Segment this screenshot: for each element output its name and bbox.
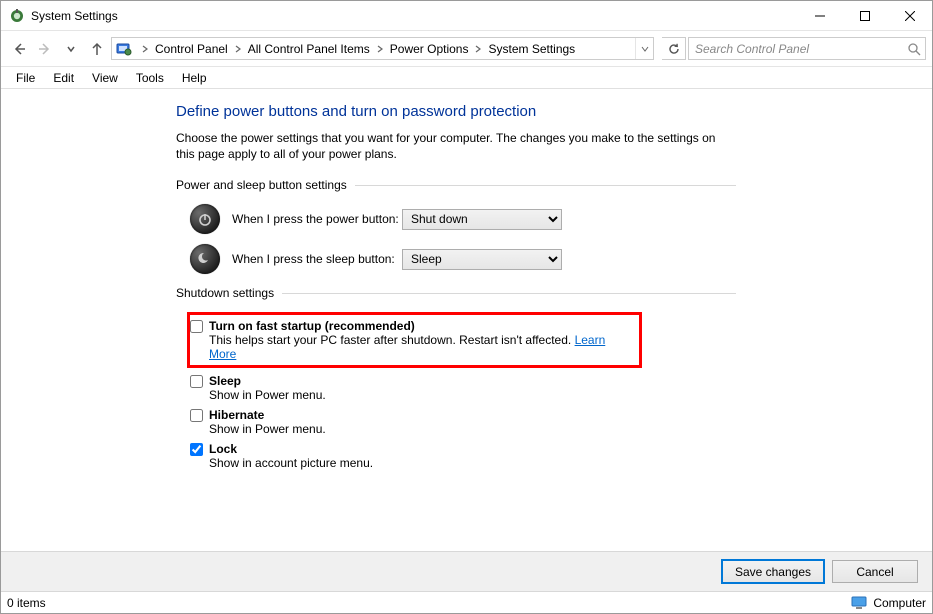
crumb-system-settings[interactable]: System Settings [485,42,578,56]
sleep-icon [190,244,220,274]
app-icon [9,8,25,24]
power-icon [190,204,220,234]
breadcrumb[interactable]: Control Panel All Control Panel Items Po… [111,37,654,60]
statusbar: 0 items Computer [1,591,932,613]
sleep-button-row: When I press the sleep button: Sleep [176,244,736,274]
window-controls [797,1,932,30]
highlighted-fast-startup: Turn on fast startup (recommended) This … [187,312,642,368]
shutdown-settings-list: Turn on fast startup (recommended) This … [176,312,736,470]
nav-toolbar: Control Panel All Control Panel Items Po… [1,31,932,67]
up-button[interactable] [85,37,109,61]
menu-edit[interactable]: Edit [44,69,83,87]
menu-tools[interactable]: Tools [127,69,173,87]
page-description: Choose the power settings that you want … [176,130,736,162]
sleep-desc: Show in Power menu. [209,388,736,402]
forward-button[interactable] [33,37,57,61]
divider [355,185,736,186]
crumb-power-options[interactable]: Power Options [387,42,472,56]
section-power-sleep-heading: Power and sleep button settings [176,178,736,192]
window-title: System Settings [31,9,118,23]
hibernate-desc: Show in Power menu. [209,422,736,436]
section-power-sleep-title: Power and sleep button settings [176,178,347,192]
fast-startup-checkbox[interactable] [190,320,203,333]
fast-startup-desc: This helps start your PC faster after sh… [209,333,635,361]
titlebar: System Settings [1,1,932,31]
menu-view[interactable]: View [83,69,127,87]
section-shutdown-heading: Shutdown settings [176,286,736,300]
page-heading: Define power buttons and turn on passwor… [176,103,736,120]
sleep-title: Sleep [209,374,241,388]
hibernate-checkbox[interactable] [190,409,203,422]
sleep-button-select[interactable]: Sleep [402,249,562,270]
cancel-button[interactable]: Cancel [832,560,918,583]
back-button[interactable] [7,37,31,61]
chevron-right-icon[interactable] [138,44,152,54]
maximize-button[interactable] [842,1,887,30]
power-button-label: When I press the power button: [232,212,402,226]
hibernate-title: Hibernate [209,408,264,422]
status-location: Computer [873,596,926,610]
sleep-button-label: When I press the sleep button: [232,252,402,266]
sleep-checkbox[interactable] [190,375,203,388]
minimize-button[interactable] [797,1,842,30]
fast-startup-title: Turn on fast startup (recommended) [209,319,415,333]
power-button-row: When I press the power button: Shut down [176,204,736,234]
chevron-right-icon[interactable] [373,44,387,54]
chevron-right-icon[interactable] [231,44,245,54]
menu-help[interactable]: Help [173,69,216,87]
close-button[interactable] [887,1,932,30]
power-button-select[interactable]: Shut down [402,209,562,230]
menubar: File Edit View Tools Help [1,67,932,89]
lock-desc: Show in account picture menu. [209,456,736,470]
computer-icon [851,596,867,610]
crumb-all-items[interactable]: All Control Panel Items [245,42,373,56]
section-shutdown-title: Shutdown settings [176,286,274,300]
search-icon[interactable] [903,42,925,56]
lock-checkbox[interactable] [190,443,203,456]
chevron-right-icon[interactable] [471,44,485,54]
search-box[interactable] [688,37,926,60]
recent-dropdown[interactable] [59,37,83,61]
control-panel-icon [114,39,134,59]
refresh-button[interactable] [662,37,686,60]
save-changes-button[interactable]: Save changes [722,560,824,583]
lock-title: Lock [209,442,237,456]
menu-file[interactable]: File [7,69,44,87]
action-bar: Save changes Cancel [1,551,932,591]
status-item-count: 0 items [7,596,46,610]
crumb-control-panel[interactable]: Control Panel [152,42,231,56]
search-input[interactable] [689,42,903,56]
content-area: Define power buttons and turn on passwor… [1,89,932,551]
breadcrumb-dropdown[interactable] [635,38,653,59]
divider [282,293,736,294]
